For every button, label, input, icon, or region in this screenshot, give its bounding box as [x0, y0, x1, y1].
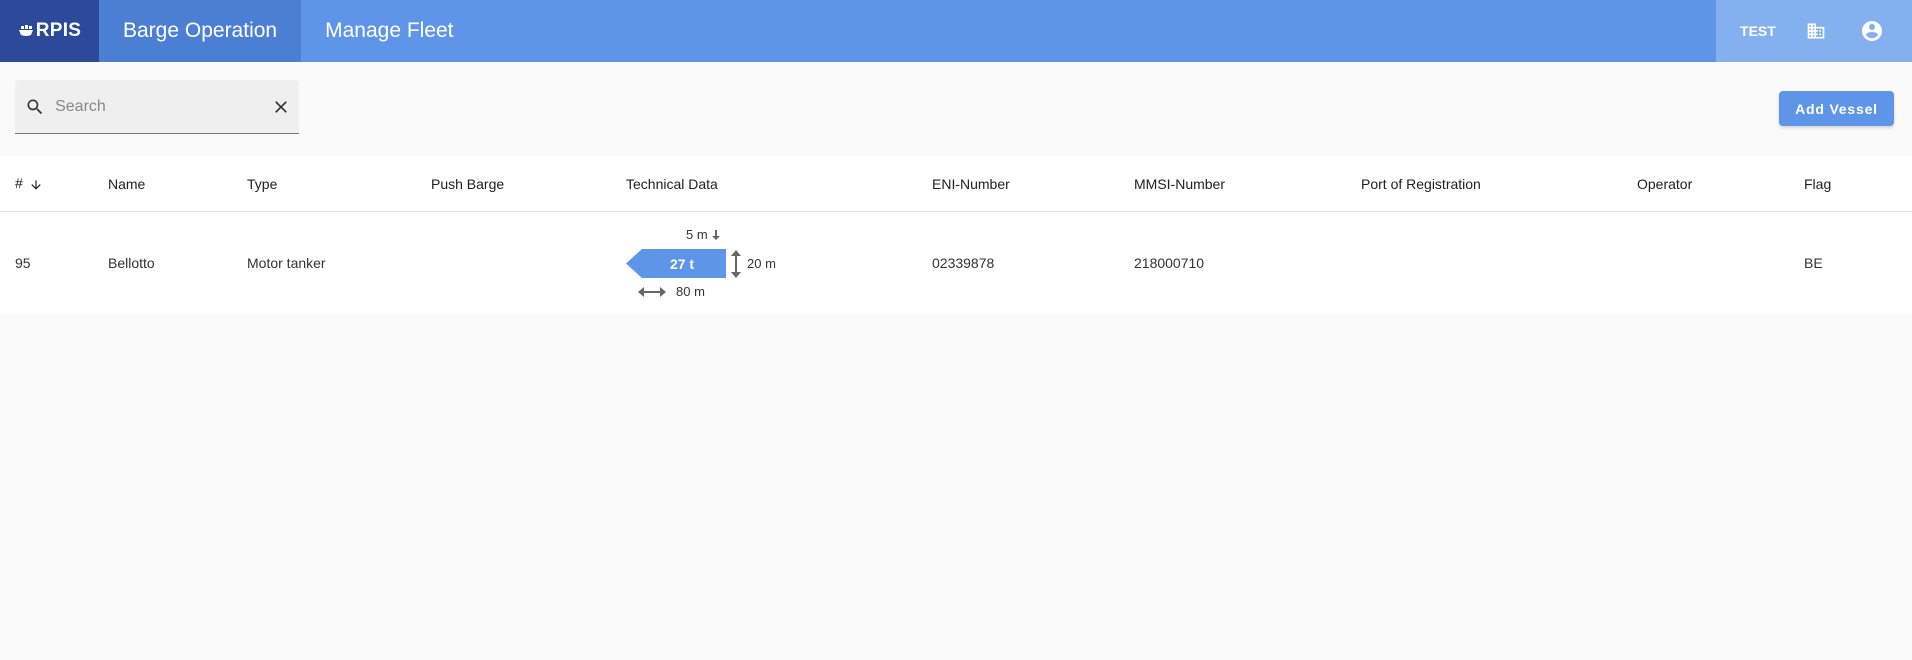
column-header-mmsi-number[interactable]: MMSI-Number: [1134, 176, 1225, 192]
search-field: [15, 80, 299, 134]
barge-logo-icon: [18, 25, 33, 36]
vessel-hull-shape: 27 t: [626, 249, 726, 278]
column-header-operator[interactable]: Operator: [1637, 176, 1692, 192]
organization-label[interactable]: TEST: [1740, 23, 1776, 39]
top-app-bar: RPIS Barge Operation Manage Fleet TEST: [0, 0, 1912, 62]
building-icon[interactable]: [1800, 15, 1832, 47]
cell-type: Motor tanker: [247, 255, 326, 271]
column-header-port-of-registration[interactable]: Port of Registration: [1361, 176, 1481, 192]
column-header-number[interactable]: #: [15, 175, 43, 191]
length-indicator: 80 m: [638, 284, 705, 299]
width-indicator: 20 m: [730, 249, 776, 278]
length-value: 80 m: [676, 284, 705, 299]
arrow-horizontal-icon: [638, 286, 666, 297]
search-icon: [15, 97, 55, 117]
width-value: 20 m: [747, 256, 776, 271]
arrow-vertical-icon: [731, 249, 741, 278]
tab-manage-fleet[interactable]: Manage Fleet: [301, 0, 477, 62]
cell-eni-number: 02339878: [932, 255, 995, 271]
cell-mmsi-number: 218000710: [1134, 255, 1205, 271]
sort-descending-icon[interactable]: [29, 178, 43, 192]
clear-icon[interactable]: [262, 97, 299, 117]
vessel-table: # Name Type Push Barge Technical Data EN…: [0, 156, 1912, 314]
header-actions: TEST: [1716, 0, 1912, 62]
column-header-technical-data[interactable]: Technical Data: [626, 176, 718, 192]
cell-name: Bellotto: [108, 255, 155, 271]
table-row[interactable]: 95 Bellotto Motor tanker 5 m 27 t 20 m 8…: [0, 212, 1912, 314]
draft-indicator: 5 m: [686, 227, 722, 242]
logo-text: RPIS: [35, 20, 82, 41]
tab-barge-operation[interactable]: Barge Operation: [99, 0, 302, 62]
arrow-down-icon: [711, 229, 720, 240]
add-vessel-button[interactable]: Add Vessel: [1779, 91, 1894, 126]
column-header-eni-number[interactable]: ENI-Number: [932, 176, 1010, 192]
column-header-type[interactable]: Type: [247, 176, 277, 192]
table-header-row: # Name Type Push Barge Technical Data EN…: [0, 156, 1912, 212]
search-input[interactable]: [55, 97, 263, 116]
app-logo[interactable]: RPIS: [0, 0, 99, 62]
tonnage-value: 27 t: [669, 255, 695, 272]
cell-number: 95: [15, 255, 31, 271]
column-header-name[interactable]: Name: [108, 176, 145, 192]
cell-flag: BE: [1804, 255, 1823, 271]
draft-value: 5 m: [686, 227, 708, 242]
column-header-push-barge[interactable]: Push Barge: [431, 176, 504, 192]
technical-data-widget: 5 m 27 t 20 m 80 m: [626, 212, 796, 314]
account-circle-icon[interactable]: [1856, 15, 1888, 47]
column-header-flag[interactable]: Flag: [1804, 176, 1831, 192]
